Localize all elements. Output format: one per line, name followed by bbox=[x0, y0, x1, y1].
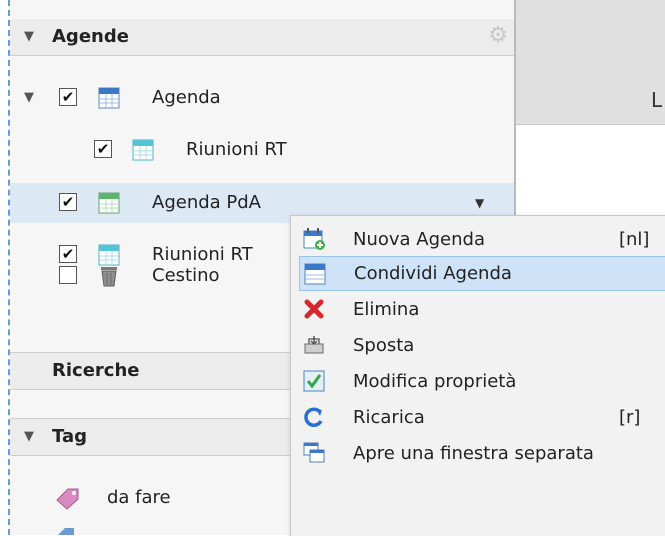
checkbox[interactable]: ✔ bbox=[59, 88, 77, 106]
menu-item-sposta[interactable]: Sposta bbox=[299, 328, 665, 363]
menu-item-label: Elimina bbox=[353, 299, 420, 320]
reload-icon bbox=[304, 407, 323, 427]
menu-item-condividi-agenda[interactable]: Condividi Agenda bbox=[299, 256, 665, 291]
menu-item-apre-finestra-separata[interactable]: Apre una finestra separata bbox=[299, 436, 665, 471]
tree-item-label: Agenda PdA bbox=[152, 192, 261, 213]
tree-item-label: Riunioni RT bbox=[186, 139, 287, 160]
expand-triangle-icon[interactable]: ▼ bbox=[24, 78, 34, 118]
properties-check-icon bbox=[303, 370, 325, 392]
section-title: Tag bbox=[52, 426, 87, 447]
calendar-icon bbox=[132, 139, 154, 161]
section-title: Agende bbox=[52, 26, 129, 47]
tree-item-agenda[interactable]: ▼ ✔ Agenda bbox=[10, 78, 514, 118]
new-window-icon bbox=[303, 442, 325, 463]
menu-item-shortcut: [nl] bbox=[619, 229, 650, 250]
menu-item-modifica-proprieta[interactable]: Modifica proprietà bbox=[299, 364, 665, 399]
calendar-icon bbox=[98, 87, 120, 109]
menu-item-label: Condividi Agenda bbox=[354, 263, 512, 284]
tree-item-cestino[interactable]: Cestino bbox=[10, 256, 290, 296]
calendar-header: L bbox=[516, 0, 665, 125]
collapse-triangle-icon[interactable]: ▼ bbox=[24, 19, 34, 55]
tag-icon bbox=[56, 488, 79, 510]
menu-item-label: Sposta bbox=[353, 335, 415, 356]
checkbox[interactable]: ✔ bbox=[94, 140, 112, 158]
menu-item-label: Modifica proprietà bbox=[353, 371, 517, 392]
tree-item-label: Cestino bbox=[152, 265, 220, 286]
checkbox[interactable] bbox=[59, 266, 77, 284]
tag-item-da-fare[interactable]: da fare bbox=[10, 478, 290, 518]
menu-item-shortcut: [r] bbox=[619, 407, 641, 428]
menu-item-label: Apre una finestra separata bbox=[353, 443, 594, 464]
tag-item-label: da fare bbox=[107, 487, 171, 508]
trash-icon bbox=[101, 267, 117, 287]
menu-item-nuova-agenda[interactable]: Nuova Agenda [nl] bbox=[299, 222, 665, 257]
menu-item-label: Nuova Agenda bbox=[353, 229, 485, 250]
delete-x-icon bbox=[304, 299, 324, 319]
calendar-icon bbox=[98, 192, 120, 214]
tag-icon bbox=[58, 528, 74, 535]
context-menu: Nuova Agenda [nl] Condividi Agenda Elimi… bbox=[290, 215, 665, 536]
menu-item-ricarica[interactable]: Ricarica [r] bbox=[299, 400, 665, 435]
collapse-triangle-icon[interactable]: ▼ bbox=[24, 419, 34, 455]
section-header-agende[interactable]: ▼ Agende ⚙ bbox=[10, 19, 514, 56]
menu-item-label: Ricarica bbox=[353, 407, 425, 428]
section-title: Ricerche bbox=[52, 360, 140, 381]
day-header-label: L bbox=[651, 88, 663, 112]
move-icon bbox=[304, 336, 324, 354]
tree-item-riunioni-rt-child[interactable]: ✔ Riunioni RT bbox=[10, 130, 514, 170]
new-calendar-icon bbox=[303, 228, 325, 250]
menu-item-elimina[interactable]: Elimina bbox=[299, 292, 665, 327]
calendar-icon bbox=[304, 263, 326, 285]
checkbox[interactable]: ✔ bbox=[59, 193, 77, 211]
tree-item-label: Agenda bbox=[152, 87, 221, 108]
gear-icon[interactable]: ⚙ bbox=[488, 25, 508, 47]
